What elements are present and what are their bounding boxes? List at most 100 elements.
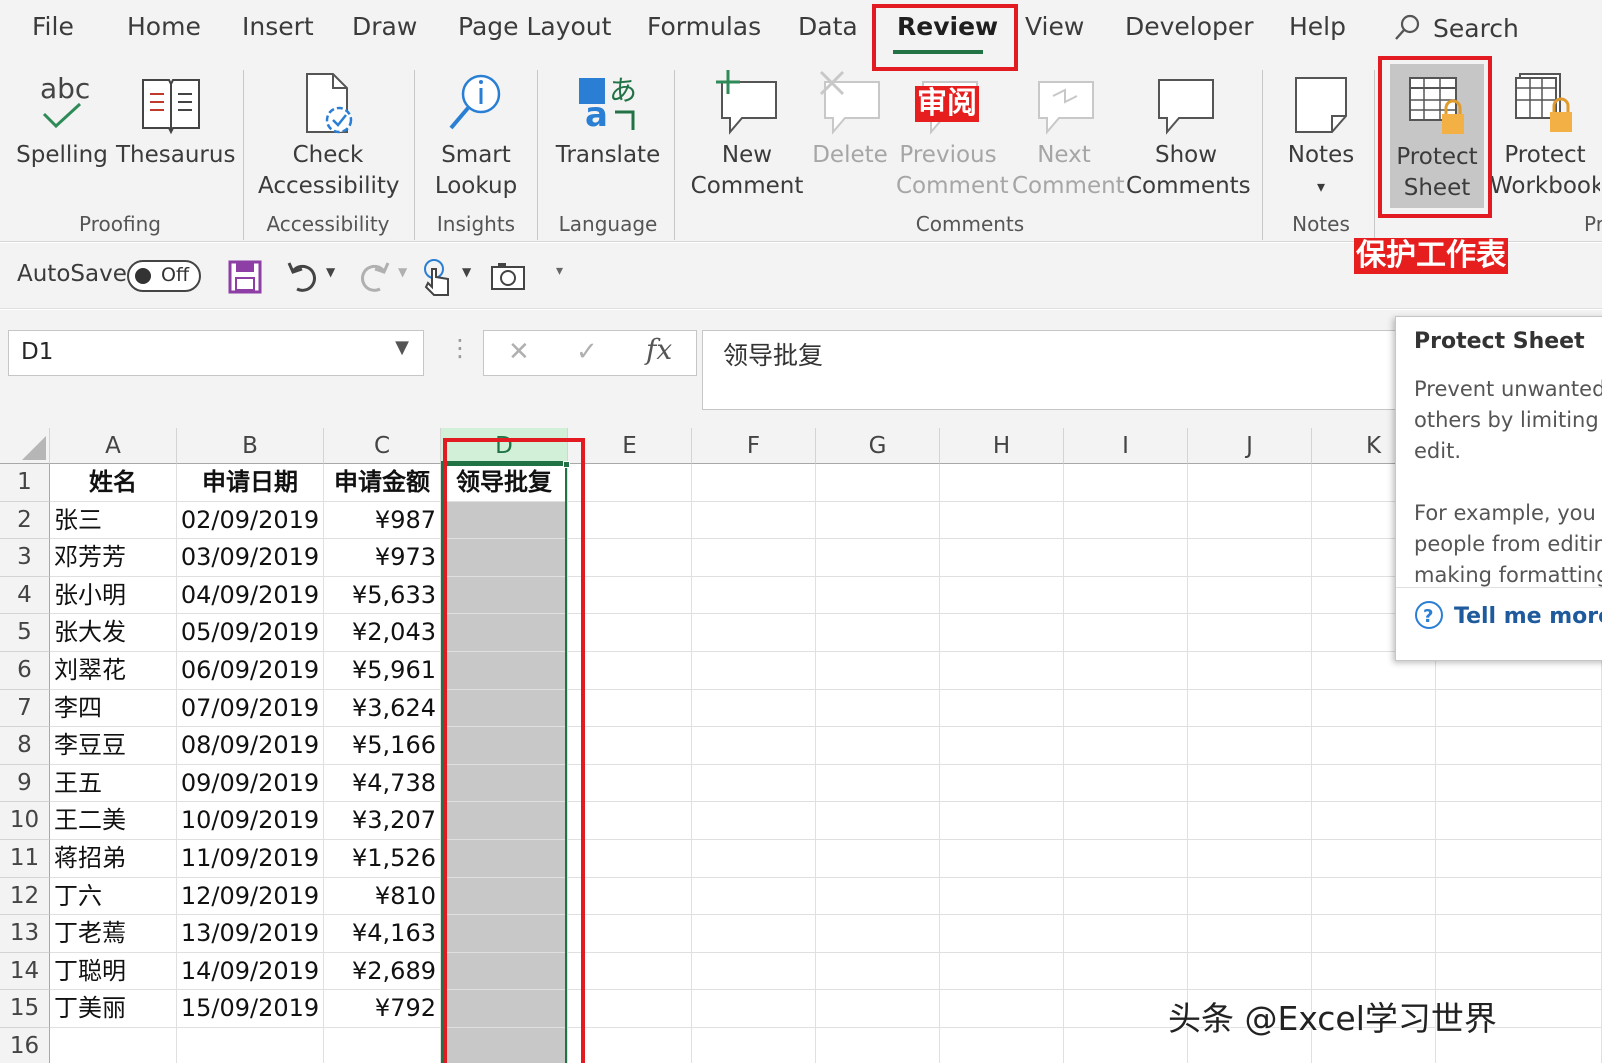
- cell[interactable]: [441, 501, 568, 540]
- cell[interactable]: [1436, 877, 1602, 916]
- cell[interactable]: ¥5,961: [324, 652, 441, 690]
- cell[interactable]: [816, 652, 940, 690]
- formula-input[interactable]: 领导批复: [702, 330, 1402, 410]
- cell[interactable]: [568, 576, 692, 615]
- row-header[interactable]: 13: [0, 915, 50, 953]
- cell[interactable]: ¥3,624: [324, 689, 441, 728]
- cell[interactable]: [568, 689, 692, 728]
- tab-developer[interactable]: Developer: [1125, 12, 1254, 41]
- cell[interactable]: [441, 764, 568, 803]
- cell[interactable]: [940, 990, 1064, 1028]
- cell[interactable]: [692, 614, 816, 652]
- tab-help[interactable]: Help: [1289, 12, 1346, 41]
- cell[interactable]: 04/09/2019: [177, 576, 324, 615]
- cell[interactable]: [441, 952, 568, 991]
- cell[interactable]: [940, 877, 1064, 916]
- cell[interactable]: [940, 840, 1064, 878]
- cell[interactable]: [816, 539, 940, 577]
- tell-me-more-link[interactable]: ? Tell me more: [1414, 600, 1602, 630]
- cell[interactable]: [441, 614, 568, 652]
- fill-handle[interactable]: [563, 461, 570, 468]
- cell[interactable]: [692, 652, 816, 690]
- cell[interactable]: [568, 952, 692, 991]
- cell[interactable]: [816, 764, 940, 803]
- cell[interactable]: [816, 727, 940, 765]
- cell[interactable]: [1064, 464, 1188, 502]
- header-cell[interactable]: 申请金额: [324, 464, 441, 502]
- cell[interactable]: [568, 727, 692, 765]
- cell[interactable]: [1188, 576, 1312, 615]
- cell[interactable]: 丁美丽: [50, 990, 177, 1028]
- cell[interactable]: [1312, 952, 1436, 991]
- row-header[interactable]: 16: [0, 1028, 50, 1063]
- cell[interactable]: 张小明: [50, 576, 177, 615]
- cell[interactable]: [1188, 877, 1312, 916]
- cell[interactable]: [940, 614, 1064, 652]
- enter-icon[interactable]: ✓: [576, 337, 598, 367]
- cell[interactable]: [692, 576, 816, 615]
- cell[interactable]: [1436, 727, 1602, 765]
- undo-icon[interactable]: [285, 259, 321, 295]
- cancel-icon[interactable]: ✕: [508, 337, 530, 367]
- cell[interactable]: [940, 1028, 1064, 1063]
- cell[interactable]: [1312, 689, 1436, 728]
- cell[interactable]: 06/09/2019: [177, 652, 324, 690]
- column-header-e[interactable]: E: [568, 428, 692, 464]
- cell[interactable]: [816, 840, 940, 878]
- cell[interactable]: ¥4,738: [324, 764, 441, 803]
- cell[interactable]: ¥5,633: [324, 576, 441, 615]
- column-header-f[interactable]: F: [692, 428, 816, 464]
- cell[interactable]: ¥1,526: [324, 840, 441, 878]
- cell[interactable]: [324, 1028, 441, 1063]
- cell[interactable]: [1188, 727, 1312, 765]
- column-header-g[interactable]: G: [816, 428, 940, 464]
- cell[interactable]: [1064, 652, 1188, 690]
- cell[interactable]: [692, 764, 816, 803]
- spreadsheet-grid[interactable]: A B C D E F G H I J K 1 姓名 申请日期 申请金额 领导批复 2 张三 02/09/2019 ¥…: [0, 428, 1602, 1063]
- cell[interactable]: [441, 689, 568, 728]
- cell[interactable]: 15/09/2019: [177, 990, 324, 1028]
- cell[interactable]: [1436, 764, 1602, 803]
- row-header[interactable]: 7: [0, 689, 50, 728]
- cell[interactable]: [1312, 802, 1436, 840]
- cell[interactable]: 张三: [50, 501, 177, 540]
- cell[interactable]: [441, 877, 568, 916]
- select-all-corner[interactable]: [0, 428, 50, 464]
- formula-bar-grip-icon[interactable]: ⋮: [448, 334, 472, 362]
- next-comment-button[interactable]: Next Comment: [1012, 62, 1125, 202]
- show-comments-button[interactable]: Show Comments: [1126, 62, 1251, 202]
- cell[interactable]: [1188, 614, 1312, 652]
- new-comment-button[interactable]: New Comment: [690, 62, 804, 202]
- column-header-c[interactable]: C: [324, 428, 441, 464]
- cell[interactable]: [940, 802, 1064, 840]
- row-header[interactable]: 12: [0, 877, 50, 916]
- cell[interactable]: [1188, 764, 1312, 803]
- header-cell[interactable]: 领导批复: [441, 464, 568, 502]
- cell[interactable]: [816, 990, 940, 1028]
- undo-dropdown-icon[interactable]: ▼: [326, 265, 335, 279]
- cell[interactable]: ¥792: [324, 990, 441, 1028]
- cell[interactable]: [441, 652, 568, 690]
- cell[interactable]: [1188, 539, 1312, 577]
- cell[interactable]: [568, 652, 692, 690]
- customize-qat-icon[interactable]: ▾: [556, 263, 563, 279]
- cell[interactable]: 03/09/2019: [177, 539, 324, 577]
- cell[interactable]: [816, 1028, 940, 1063]
- touch-mode-icon[interactable]: [420, 257, 454, 297]
- cell[interactable]: [940, 464, 1064, 502]
- cell[interactable]: [816, 464, 940, 502]
- protect-workbook-button[interactable]: Protect Workbook: [1490, 62, 1600, 202]
- cell[interactable]: [568, 1028, 692, 1063]
- delete-comment-button[interactable]: Delete: [808, 62, 892, 171]
- cell[interactable]: [1064, 501, 1188, 540]
- cell[interactable]: [940, 539, 1064, 577]
- save-icon[interactable]: [228, 260, 262, 294]
- cell[interactable]: [441, 727, 568, 765]
- cell[interactable]: 02/09/2019: [177, 501, 324, 540]
- cell[interactable]: 13/09/2019: [177, 915, 324, 953]
- redo-dropdown-icon[interactable]: ▼: [398, 265, 407, 279]
- autosave-toggle[interactable]: Off: [127, 260, 201, 292]
- row-header[interactable]: 2: [0, 501, 50, 540]
- row-header[interactable]: 6: [0, 652, 50, 690]
- insert-function-icon[interactable]: fx: [646, 333, 672, 366]
